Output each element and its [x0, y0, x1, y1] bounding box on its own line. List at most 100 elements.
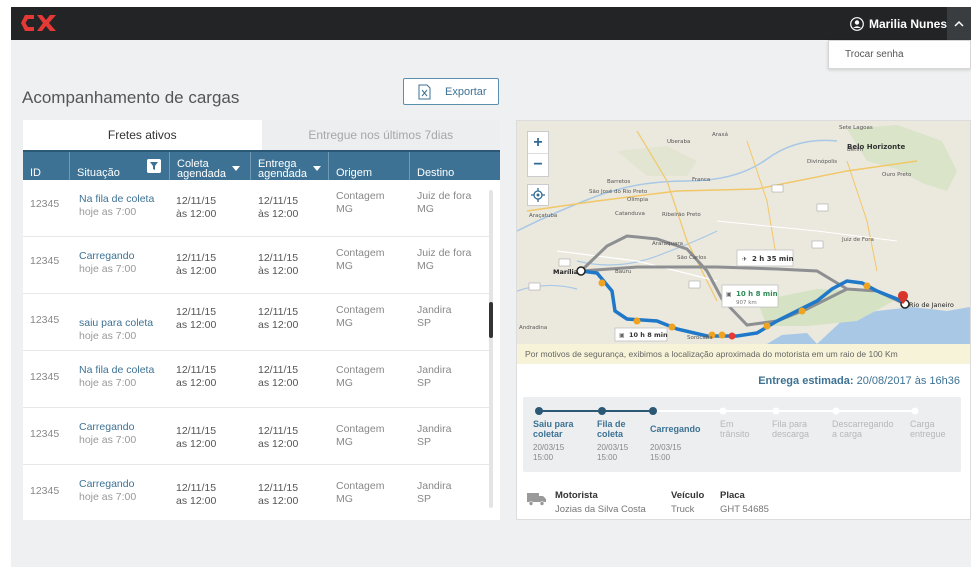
- tab-delivered[interactable]: Entregue nos últimos 7dias: [261, 120, 500, 150]
- chevron-up-icon: [954, 20, 964, 27]
- cell-destino: Juiz de fora MG: [417, 247, 472, 272]
- city-divinopolis: Divinópolis: [807, 158, 837, 165]
- zoom-out-button[interactable]: −: [528, 154, 548, 176]
- cell-status: saiu para coleta hoje as 7:00: [79, 317, 154, 342]
- user-menu-toggle[interactable]: [947, 7, 971, 40]
- vehicle-type: Veículo Truck: [671, 490, 705, 515]
- city-sao-carlos: São Carlos: [677, 255, 706, 261]
- cell-destino: Jandira SP: [417, 423, 452, 448]
- cell-destino: Juiz de fora MG: [417, 190, 472, 215]
- cell-coleta: 12/11/15 às 12:00: [176, 252, 217, 277]
- table-row[interactable]: 12345 saiu para coleta hoje as 7:00 12/11…: [23, 294, 493, 351]
- city-bauru: Bauru: [615, 269, 631, 275]
- svg-text:2 h 35 min: 2 h 35 min: [752, 255, 794, 263]
- sort-down-icon: [231, 166, 240, 171]
- cell-status: Carregando hoje as 7:00: [79, 421, 137, 446]
- cell-destino: Jandira SP: [417, 364, 452, 389]
- table-row[interactable]: 12345 Carregando hoje as 7:00 12/11/15 às …: [23, 237, 493, 294]
- cell-entrega: 12/11/15 as 12:00: [258, 482, 299, 507]
- city-aracatuba: Araçatuba: [529, 213, 557, 219]
- estimated-delivery: Entrega estimada: 20/08/2017 às 16h36: [758, 375, 960, 387]
- header-entrega[interactable]: Entrega agendada: [250, 152, 328, 180]
- svg-text:▣: ▣: [726, 291, 732, 298]
- step-carregando: Carregando: [650, 424, 701, 434]
- city-catanduva: Catanduva: [615, 211, 645, 217]
- step-dot-done: [649, 407, 657, 415]
- table-row[interactable]: 12345 Carregando hoje as 7:00 12/11/15 as …: [23, 465, 493, 520]
- header-coleta[interactable]: Coleta agendada: [169, 152, 250, 180]
- header-origem[interactable]: Origem: [328, 152, 409, 180]
- route-map[interactable]: Uberaba Araxá Sete Lagoas Divinópolis Ou…: [517, 121, 970, 344]
- cell-origem: Contagem MG: [336, 480, 385, 505]
- tabs: Fretes ativos Entregue nos últimos 7dias: [23, 120, 500, 150]
- top-bar: Marilia Nunes: [11, 7, 971, 40]
- table-row[interactable]: 12345 Carregando hoje as 7:00 12/11/15 as …: [23, 408, 493, 465]
- table-body: 12345 Na fila de coleta hoje as 7:00 12/1…: [23, 180, 500, 520]
- cell-id: 12345: [30, 198, 60, 210]
- svg-text:10 h 8 min: 10 h 8 min: [736, 290, 778, 298]
- step-em-transito: Em trânsito: [720, 419, 750, 439]
- route-time-bubble-alt[interactable]: ▣ 10 h 8 min 907 km: [721, 284, 779, 308]
- step-time: 20/03/15 15:00: [597, 443, 629, 462]
- cell-entrega: 12/11/15 às 12:00: [258, 195, 299, 220]
- zoom-in-button[interactable]: +: [528, 132, 548, 154]
- map-canvas: Uberaba Araxá Sete Lagoas Divinópolis Ou…: [517, 121, 970, 344]
- cell-status: Carregando hoje as 7:00: [79, 478, 137, 503]
- cell-status: Carregando hoje as 7:00: [79, 250, 137, 275]
- excel-file-icon: [418, 84, 431, 99]
- header-id[interactable]: ID: [23, 152, 69, 180]
- locate-button[interactable]: [527, 184, 549, 206]
- user-menu[interactable]: Marilia Nunes: [850, 7, 947, 40]
- cell-id: 12345: [30, 255, 60, 267]
- step-dot-pending: [911, 407, 919, 415]
- step-descarregando: Descarregando a carga: [832, 419, 894, 439]
- vehicle-plate: Placa GHT 54685: [720, 490, 769, 515]
- tracking-panel: Uberaba Araxá Sete Lagoas Divinópolis Ou…: [516, 120, 971, 520]
- header-destino[interactable]: Destino: [409, 152, 500, 180]
- city-araraquara: Araraquara: [652, 241, 683, 247]
- svg-text:10 h 8 min: 10 h 8 min: [629, 331, 668, 339]
- export-label: Exportar: [445, 85, 487, 98]
- cell-destino: Jandira SP: [417, 480, 452, 505]
- city-juiz-de-fora: Juiz de Fora: [841, 237, 874, 243]
- cell-origem: Contagem MG: [336, 423, 385, 448]
- tab-active-freights[interactable]: Fretes ativos: [23, 120, 262, 150]
- route-time-bubble-active[interactable]: ▣ 10 h 8 min: [614, 327, 668, 342]
- cell-origem: Contagem MG: [336, 190, 385, 215]
- cell-origem: Contagem MG: [336, 364, 385, 389]
- city-ouro-preto: Ouro Preto: [882, 172, 912, 178]
- step-dot-pending: [772, 407, 780, 415]
- map-destination-label: Rio de Janeiro: [909, 301, 954, 309]
- route-time-bubble-fast[interactable]: ✈ 2 h 35 min: [736, 249, 794, 267]
- change-password-item[interactable]: Trocar senha: [845, 49, 904, 60]
- city-olimpia: Olímpia: [627, 196, 648, 203]
- cell-coleta: 12/11/15 às 12:00: [176, 195, 217, 220]
- city-belo-horizonte: Belo Horizonte: [847, 143, 905, 151]
- cell-coleta: 12/11/15 as 12:00: [176, 482, 217, 507]
- svg-text:907 km: 907 km: [736, 300, 757, 306]
- export-button[interactable]: Exportar: [403, 78, 499, 105]
- svg-text:▣: ▣: [619, 332, 625, 339]
- table-row[interactable]: 12345 Na fila de coleta hoje as 7:00 12/1…: [23, 351, 493, 408]
- city-barretos: Barretos: [607, 179, 630, 185]
- cell-coleta: 12/11/15 as 12:00: [176, 425, 217, 450]
- crosshair-icon: [531, 188, 545, 202]
- table-scrollbar-track[interactable]: [489, 190, 493, 508]
- cell-id: 12345: [30, 371, 60, 383]
- freight-table-panel: Fretes ativos Entregue nos últimos 7dias…: [23, 120, 500, 520]
- cell-id: 12345: [30, 485, 60, 497]
- city-sete-lagoas: Sete Lagoas: [839, 125, 873, 131]
- user-dropdown: Trocar senha: [828, 40, 971, 69]
- cx-logo[interactable]: [20, 12, 58, 34]
- filter-icon[interactable]: [147, 159, 161, 173]
- table-row[interactable]: 12345 Na fila de coleta hoje as 7:00 12/1…: [23, 180, 493, 237]
- cell-destino: Jandira SP: [417, 304, 452, 329]
- city-franca: Franca: [692, 177, 710, 183]
- table-scrollbar-thumb[interactable]: [489, 302, 493, 338]
- svg-text:✈: ✈: [742, 256, 747, 263]
- cell-entrega: 12/11/15 as 12:00: [258, 306, 299, 331]
- cell-coleta: 12/11/15 as 12:00: [176, 306, 217, 331]
- city-andradina: Andradina: [519, 325, 547, 331]
- step-dot-pending: [832, 407, 840, 415]
- cell-origem: Contagem MG: [336, 247, 385, 272]
